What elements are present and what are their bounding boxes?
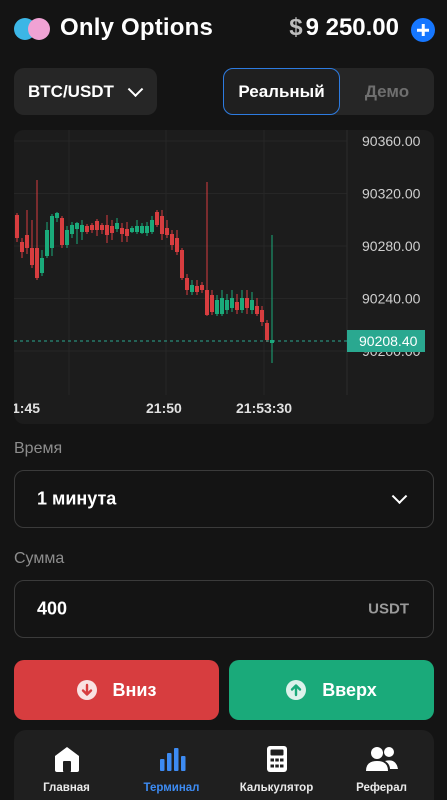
candle: [180, 248, 184, 280]
balance-currency: $: [289, 14, 303, 41]
nav-item-calculator[interactable]: Калькулятор: [224, 730, 329, 800]
users-icon: [365, 747, 398, 771]
down-label: Вниз: [112, 679, 157, 700]
app-title: Only Options: [60, 14, 214, 41]
down-button[interactable]: Вниз: [14, 660, 219, 720]
chart-svg: 90360.0090320.0090280.0090240.0090200.00…: [14, 130, 425, 416]
chevron-down-icon: [391, 488, 408, 505]
time-value: 1 минута: [37, 488, 117, 509]
nav-label-terminal: Терминал: [143, 782, 200, 794]
calculator-icon: [266, 746, 287, 772]
plus-circle-icon[interactable]: [411, 18, 435, 42]
logo: [14, 18, 54, 40]
amount-input[interactable]: 400 USDT: [14, 580, 434, 638]
amount-label: Сумма: [14, 550, 65, 567]
nav-item-home[interactable]: Главная: [14, 730, 119, 800]
time-label: Время: [14, 440, 63, 457]
time-tick-label: 21:53:30: [236, 400, 292, 416]
price-axis: 90360.0090320.0090280.0090240.0090200.00…: [347, 133, 425, 359]
amount-value: 400: [37, 598, 68, 619]
home-icon: [54, 747, 79, 772]
balance-amount: 9 250.00: [305, 14, 399, 41]
balance[interactable]: $9 250.00: [289, 14, 399, 42]
price-chart[interactable]: 90360.0090320.0090280.0090240.0090200.00…: [14, 130, 434, 424]
logo-circle-pink: [28, 18, 50, 40]
arrow-down-icon: [76, 680, 97, 700]
account-switch: Реальный Демо: [223, 68, 434, 115]
up-button[interactable]: Вверх: [229, 660, 434, 720]
price-tick-label: 90240.00: [362, 291, 421, 307]
time-tick-label: 21:50: [146, 400, 182, 416]
time-axis: 1:45 21:50 21:53:30: [14, 400, 292, 416]
price-tick-label: 90360.00: [362, 133, 421, 149]
time-tick-label: 1:45: [14, 400, 40, 416]
nav-label-calculator: Калькулятор: [239, 782, 314, 794]
chevron-down-icon: [127, 80, 144, 97]
nav-label-home: Главная: [43, 782, 90, 794]
pair-select[interactable]: BTC/USDT: [14, 68, 157, 115]
tab-demo[interactable]: Демо: [340, 68, 434, 115]
price-tick-label: 90280.00: [362, 238, 421, 254]
nav-item-referral[interactable]: Реферал: [329, 730, 434, 800]
bottom-nav: Главная Терминал Калькулятор Реферал: [14, 730, 434, 800]
candle: [155, 210, 159, 227]
amount-unit: USDT: [368, 600, 409, 618]
price-tick-label: 90320.00: [362, 186, 421, 202]
candle: [60, 216, 64, 248]
nav-item-terminal[interactable]: Терминал: [119, 730, 224, 800]
arrow-up-icon: [286, 680, 307, 700]
current-price-label: 90208.40: [359, 333, 418, 349]
bar-chart-icon: [159, 748, 185, 771]
candle: [15, 213, 19, 242]
header: Only Options $9 250.00: [0, 0, 447, 60]
tab-real[interactable]: Реальный: [223, 68, 340, 115]
candle: [265, 320, 269, 342]
up-label: Вверх: [322, 679, 377, 700]
time-select[interactable]: 1 минута: [14, 470, 434, 528]
nav-label-referral: Реферал: [356, 782, 407, 794]
pair-label: BTC/USDT: [28, 81, 114, 101]
